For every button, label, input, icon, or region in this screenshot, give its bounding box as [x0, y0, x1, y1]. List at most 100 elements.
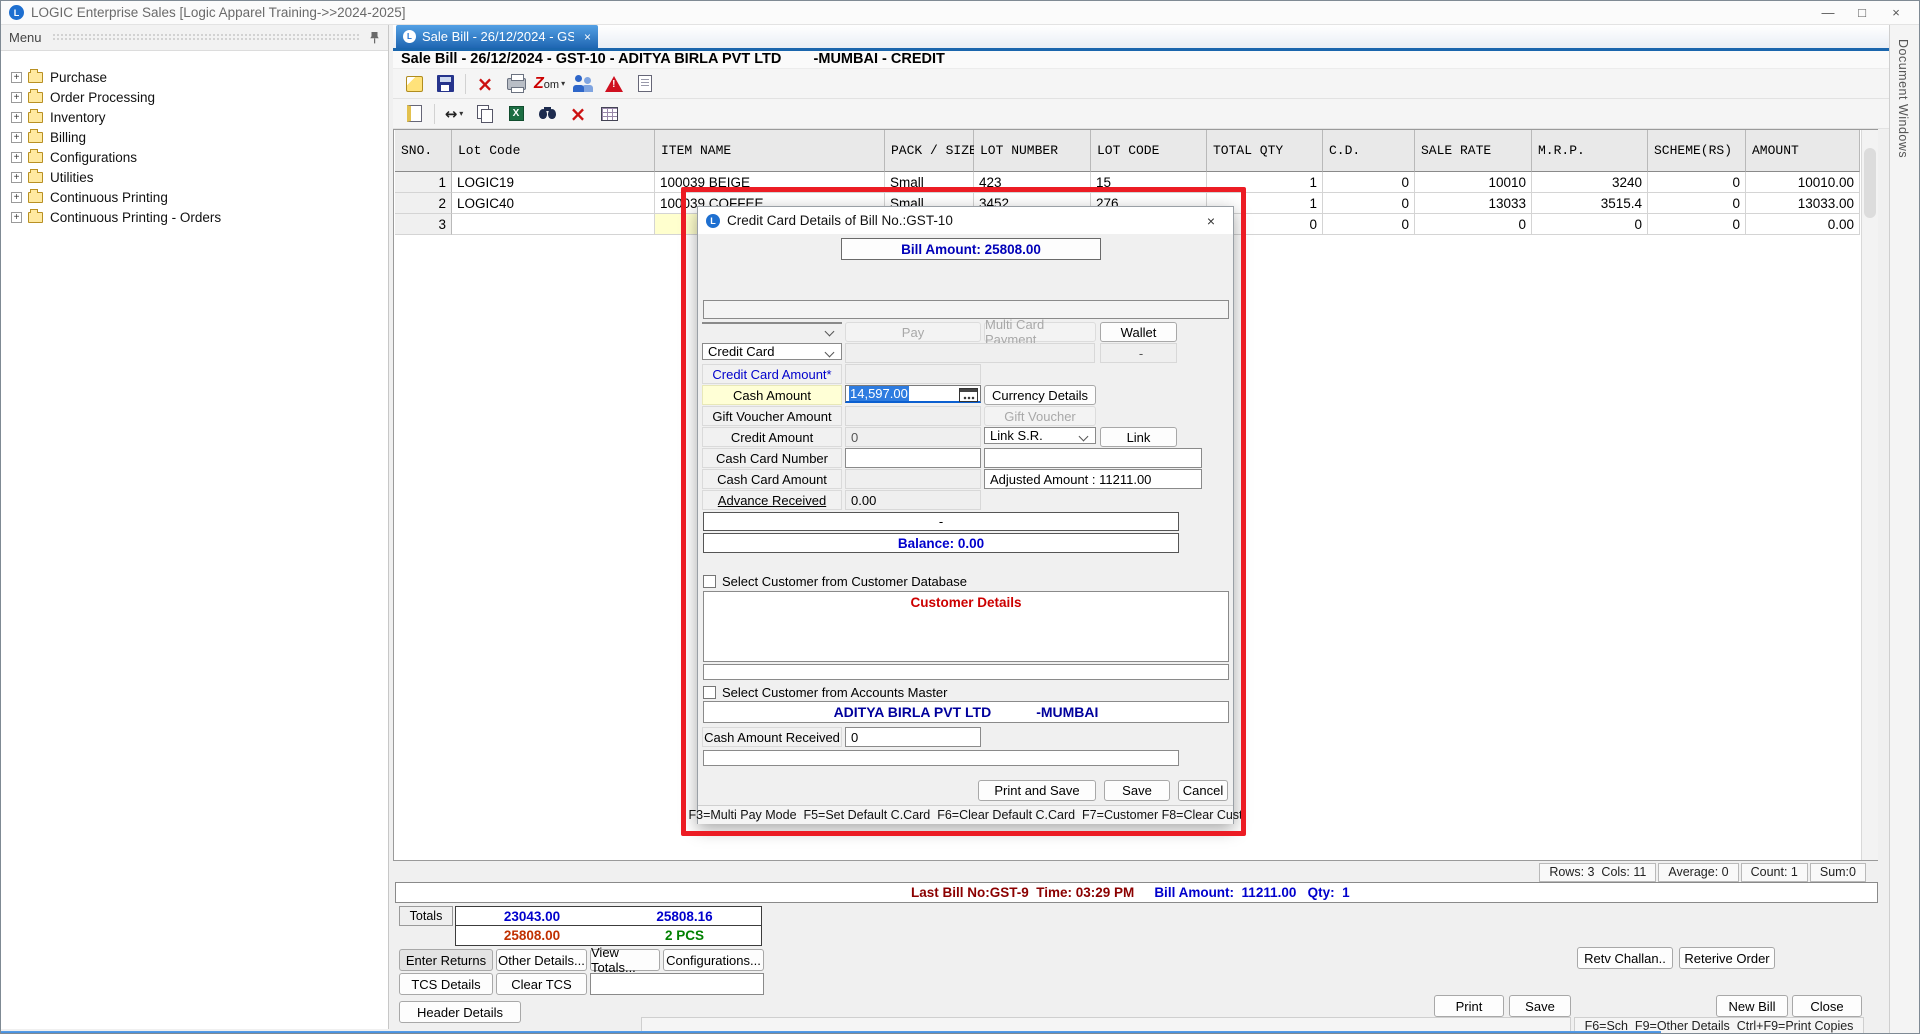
folder-icon	[28, 172, 43, 183]
export-excel-icon[interactable]: X	[503, 101, 529, 127]
column-header: M.R.P.	[1532, 130, 1648, 172]
last-bill-infobar: Last Bill No:GST-9 Time: 03:29 PM Bill A…	[395, 882, 1878, 903]
copy-icon[interactable]	[472, 101, 498, 127]
sidebar-item-label: Billing	[50, 130, 86, 145]
sidebar-item-billing[interactable]: + Billing	[1, 127, 388, 147]
totals-pcs-value: 2 PCS	[608, 926, 762, 946]
expand-icon[interactable]: +	[11, 192, 22, 203]
column-header: SALE RATE	[1415, 130, 1532, 172]
printer-glyph	[507, 78, 526, 90]
party-icon[interactable]	[570, 71, 596, 97]
warning-icon[interactable]: !	[601, 71, 627, 97]
new-bill-icon[interactable]	[401, 71, 427, 97]
cell-sale-rate: 0	[1415, 214, 1532, 235]
column-header: ITEM NAME	[655, 130, 885, 172]
other-details-button[interactable]: Other Details...	[496, 949, 587, 971]
window-titlebar: L LOGIC Enterprise Sales [Logic Apparel …	[1, 1, 1920, 25]
journal-icon[interactable]	[401, 101, 427, 127]
pin-icon[interactable]	[369, 31, 380, 44]
cell-amount: 10010.00	[1746, 172, 1860, 193]
new-doc-glyph	[406, 76, 423, 92]
tab-document-windows[interactable]: Document Windows	[1896, 39, 1910, 158]
app-logo-icon: L	[9, 5, 24, 20]
print-button[interactable]: Print	[1434, 995, 1504, 1017]
expand-icon[interactable]: +	[11, 112, 22, 123]
sidebar-item-order-processing[interactable]: +Order Processing	[1, 87, 388, 107]
sidebar-item-inventory[interactable]: +Inventory	[1, 107, 388, 127]
tab-logo-icon: L	[403, 30, 416, 43]
totals-gross-value: 23043.00	[455, 906, 609, 926]
column-header: PACK / SIZE	[885, 130, 974, 172]
form-glyph	[638, 75, 652, 92]
sidebar-item-utilities[interactable]: +Utilities	[1, 167, 388, 187]
new-bill-button[interactable]: New Bill	[1716, 995, 1788, 1017]
expand-icon[interactable]: +	[11, 152, 22, 163]
tab-sale-bill[interactable]: L Sale Bill - 26/12/2024 - GS... ×	[396, 25, 598, 48]
totals-amount-value: 25808.00	[455, 926, 609, 946]
tcs-details-button[interactable]: TCS Details	[399, 973, 493, 995]
grid-vertical-scrollbar[interactable]	[1861, 130, 1878, 860]
delete-row-icon[interactable]: ×	[565, 101, 591, 127]
save-button[interactable]: Save	[1509, 995, 1571, 1017]
cell-cd: 0	[1323, 172, 1415, 193]
delete-bill-icon[interactable]: ×	[472, 71, 498, 97]
status-average: Average: 0	[1658, 863, 1738, 882]
tcs-value-box	[590, 973, 764, 995]
app-window: L LOGIC Enterprise Sales [Logic Apparel …	[0, 0, 1920, 1034]
zoom-dropdown-icon[interactable]: Zom▾	[534, 71, 565, 97]
minimize-icon[interactable]: —	[1811, 2, 1845, 24]
menu-grip-texture	[52, 33, 359, 42]
expand-icon[interactable]: +	[11, 92, 22, 103]
tab-close-icon[interactable]: ×	[574, 30, 591, 44]
grid-view-icon[interactable]	[596, 101, 622, 127]
maximize-icon[interactable]: □	[1845, 2, 1879, 24]
right-dock-strip: Document Windows	[1889, 25, 1920, 1033]
enter-returns-button[interactable]: Enter Returns	[399, 949, 493, 971]
main-toolbar: × Zom▾ !	[393, 69, 1889, 99]
save-bill-icon[interactable]	[432, 71, 458, 97]
cell-cd: 0	[1323, 193, 1415, 214]
header-details-button[interactable]: Header Details	[399, 1001, 521, 1023]
column-width-icon[interactable]: ↔▾	[441, 101, 467, 127]
scrollbar-thumb[interactable]	[1864, 148, 1876, 218]
sidebar-item-label: Continuous Printing	[50, 190, 168, 205]
reterive-order-button[interactable]: Reterive Order	[1679, 947, 1775, 969]
expand-icon[interactable]: +	[11, 132, 22, 143]
expand-icon[interactable]: +	[11, 72, 22, 83]
column-header: SNO.	[395, 130, 452, 172]
totals-label: Totals	[399, 906, 453, 926]
folder-icon	[28, 72, 43, 83]
find-icon[interactable]	[534, 101, 560, 127]
retv-challan-button[interactable]: Retv Challan..	[1577, 947, 1673, 969]
print-icon[interactable]	[503, 71, 529, 97]
clear-tcs-button[interactable]: Clear TCS	[496, 973, 587, 995]
sidebar-item-continuous-printing[interactable]: + Continuous Printing	[1, 187, 388, 207]
close-icon[interactable]: ×	[1879, 2, 1913, 24]
sidebar-item-continuous-printing-orders[interactable]: +Continuous Printing - Orders	[1, 207, 388, 227]
folder-icon	[28, 132, 43, 143]
toolbar-separator	[434, 104, 435, 124]
sidebar-item-label: Configurations	[50, 150, 137, 165]
window-title: LOGIC Enterprise Sales [Logic Apparel Tr…	[31, 5, 405, 20]
expand-icon[interactable]: +	[11, 212, 22, 223]
cell-mrp: 3515.4	[1532, 193, 1648, 214]
view-totals-button[interactable]: View Totals...	[590, 949, 660, 971]
column-header: SCHEME(RS)	[1648, 130, 1746, 172]
document-tabstrip: L Sale Bill - 26/12/2024 - GS... ×	[393, 25, 1889, 48]
column-header: C.D.	[1323, 130, 1415, 172]
bill-form-icon[interactable]	[632, 71, 658, 97]
column-header: LOT CODE	[1091, 130, 1207, 172]
menu-panel: Menu +Purchase +Order Processing +Invent…	[1, 25, 389, 1029]
sidebar-item-configurations[interactable]: + Configurations	[1, 147, 388, 167]
sidebar-item-purchase[interactable]: +Purchase	[1, 67, 388, 87]
totals-net-value: 25808.16	[608, 906, 762, 926]
bill-amount-text: Bill Amount: 11211.00 Qty: 1	[1154, 885, 1349, 900]
cell-sno: 3	[395, 214, 452, 235]
window-controls: — □ ×	[1811, 2, 1913, 24]
chevron-down-icon: ▾	[459, 109, 463, 118]
folder-icon	[28, 192, 43, 203]
expand-icon[interactable]: +	[11, 172, 22, 183]
configurations-button[interactable]: Configurations...	[663, 949, 764, 971]
cell-lot-code: LOGIC40	[452, 193, 655, 214]
close-button[interactable]: Close	[1792, 995, 1862, 1017]
